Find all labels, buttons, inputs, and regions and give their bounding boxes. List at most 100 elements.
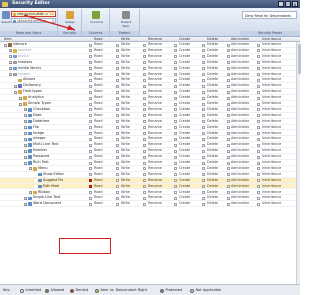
permission-checkbox[interactable] <box>227 43 230 47</box>
tree-row[interactable]: + Word Document Read Write Rename Create Delet… <box>0 201 300 208</box>
permission-checkbox[interactable] <box>174 67 177 71</box>
permission-checkbox[interactable] <box>257 43 260 47</box>
permission-checkbox[interactable] <box>116 185 119 189</box>
permission-checkbox[interactable] <box>227 202 230 206</box>
permission-checkbox[interactable] <box>89 185 92 189</box>
permission-checkbox[interactable] <box>143 149 146 153</box>
permission-checkbox[interactable] <box>202 61 205 65</box>
permission-checkbox[interactable] <box>257 96 260 100</box>
permission-checkbox[interactable] <box>89 43 92 47</box>
permission-checkbox[interactable] <box>227 84 230 88</box>
permission-checkbox[interactable] <box>143 167 146 171</box>
permission-checkbox[interactable] <box>257 114 260 118</box>
permission-checkbox[interactable] <box>202 137 205 141</box>
expand-toggle-icon[interactable]: + <box>9 55 12 59</box>
permission-checkbox[interactable] <box>174 114 177 118</box>
permission-checkbox[interactable] <box>174 173 177 177</box>
permission-checkbox[interactable] <box>89 137 92 141</box>
permission-checkbox[interactable] <box>202 185 205 189</box>
permission-checkbox[interactable] <box>116 132 119 135</box>
permission-checkbox[interactable] <box>116 61 119 65</box>
permission-checkbox[interactable] <box>202 49 205 53</box>
permission-checkbox[interactable] <box>89 108 92 112</box>
permission-checkbox[interactable] <box>143 43 146 47</box>
permission-checkbox[interactable] <box>174 49 177 53</box>
permission-checkbox[interactable] <box>116 102 119 106</box>
permission-checkbox[interactable] <box>257 191 260 194</box>
permission-checkbox[interactable] <box>116 108 119 112</box>
scrollbar-thumb[interactable] <box>297 44 301 74</box>
permission-checkbox[interactable] <box>257 196 260 200</box>
permission-checkbox[interactable] <box>227 137 230 141</box>
permission-checkbox[interactable] <box>116 114 119 118</box>
permission-checkbox[interactable] <box>174 84 177 88</box>
permission-checkbox[interactable] <box>89 96 92 100</box>
permission-checkbox[interactable] <box>257 84 260 88</box>
expand-toggle-icon[interactable]: + <box>24 120 27 124</box>
permission-checkbox[interactable] <box>143 67 146 71</box>
permission-checkbox[interactable] <box>174 191 177 194</box>
permission-checkbox[interactable] <box>202 143 205 147</box>
permission-checkbox[interactable] <box>257 167 260 171</box>
permission-checkbox[interactable] <box>257 78 260 82</box>
columns-button[interactable]: Columns <box>90 11 103 24</box>
permission-checkbox[interactable] <box>143 73 146 76</box>
permission-checkbox[interactable] <box>143 161 146 165</box>
collapse-toggle-icon[interactable]: − <box>24 161 27 165</box>
collapse-toggle-icon[interactable]: − <box>19 102 22 106</box>
permission-checkbox[interactable] <box>227 196 230 200</box>
permission-checkbox[interactable] <box>89 120 92 124</box>
permission-checkbox[interactable] <box>89 167 92 171</box>
vertical-scrollbar[interactable] <box>296 42 301 284</box>
expand-toggle-icon[interactable]: + <box>9 67 12 70</box>
permission-checkbox[interactable] <box>174 90 177 94</box>
permission-checkbox[interactable] <box>143 173 146 177</box>
permission-checkbox[interactable] <box>89 143 92 147</box>
permission-checkbox[interactable] <box>257 155 260 159</box>
permission-checkbox[interactable] <box>202 167 205 171</box>
permission-checkbox[interactable] <box>227 61 230 65</box>
expand-toggle-icon[interactable]: + <box>24 143 27 147</box>
expand-toggle-icon[interactable]: + <box>24 108 27 112</box>
permission-checkbox[interactable] <box>202 149 205 153</box>
permission-checkbox[interactable] <box>202 108 205 112</box>
collapse-toggle-icon[interactable]: − <box>14 90 17 94</box>
permission-checkbox[interactable] <box>143 78 146 82</box>
collapse-toggle-icon[interactable]: − <box>9 73 12 76</box>
permission-checkbox[interactable] <box>227 78 230 82</box>
protect-item-button[interactable]: Protect Item <box>119 11 133 28</box>
permission-checkbox[interactable] <box>202 90 205 94</box>
permission-checkbox[interactable] <box>174 143 177 147</box>
permission-checkbox[interactable] <box>116 155 119 159</box>
permission-checkbox[interactable] <box>174 55 177 59</box>
permission-checkbox[interactable] <box>257 49 260 53</box>
expand-toggle-icon[interactable]: + <box>24 132 27 135</box>
permission-checkbox[interactable] <box>143 90 146 94</box>
permission-checkbox[interactable] <box>202 73 205 76</box>
permission-checkbox[interactable] <box>116 196 119 200</box>
permission-checkbox[interactable] <box>257 73 260 76</box>
maximize-button[interactable]: □ <box>285 1 291 7</box>
permission-checkbox[interactable] <box>116 55 119 59</box>
permission-checkbox[interactable] <box>227 179 230 183</box>
permission-checkbox[interactable] <box>202 55 205 59</box>
permission-checkbox[interactable] <box>174 108 177 112</box>
permission-checkbox[interactable] <box>89 161 92 165</box>
permission-checkbox[interactable] <box>174 137 177 141</box>
permission-checkbox[interactable] <box>202 43 205 47</box>
permission-checkbox[interactable] <box>174 167 177 171</box>
permission-checkbox[interactable] <box>143 137 146 141</box>
permission-checkbox[interactable] <box>143 179 146 183</box>
permission-checkbox[interactable] <box>143 196 146 200</box>
permission-checkbox[interactable] <box>143 102 146 106</box>
permission-checkbox[interactable] <box>116 179 119 183</box>
permission-checkbox[interactable] <box>227 149 230 153</box>
permission-checkbox[interactable] <box>227 96 230 100</box>
permission-checkbox[interactable] <box>89 102 92 106</box>
permission-checkbox[interactable] <box>174 126 177 130</box>
security-preset-select[interactable]: Deny Read for Descendants <box>242 11 297 19</box>
permission-checkbox[interactable] <box>143 84 146 88</box>
collapse-toggle-icon[interactable]: − <box>29 167 32 171</box>
permission-checkbox[interactable] <box>227 67 230 71</box>
permission-checkbox[interactable] <box>174 179 177 183</box>
